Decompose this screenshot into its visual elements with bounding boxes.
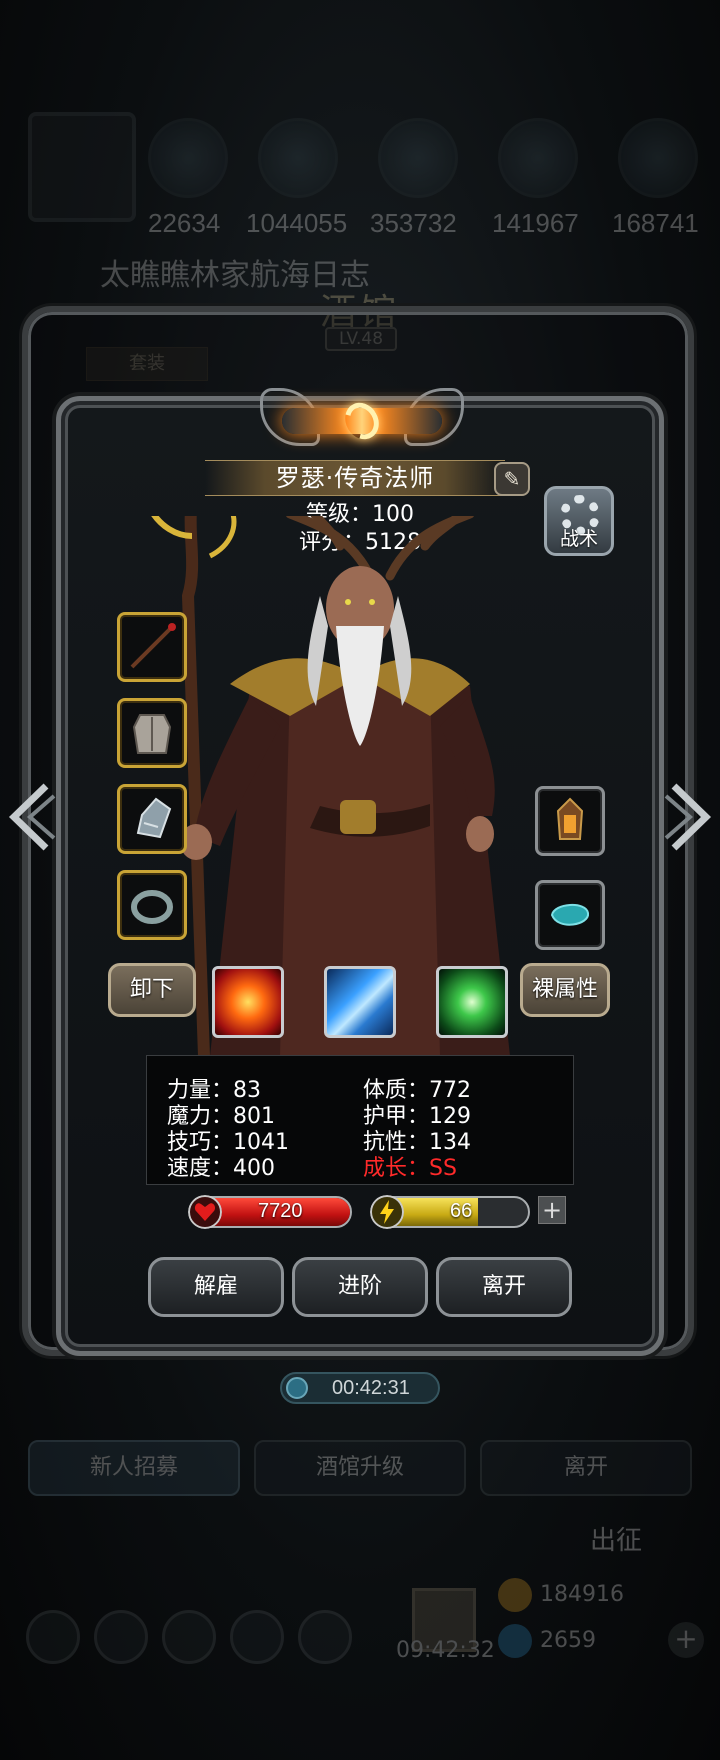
resource-value: 1044055 [246,208,348,238]
gold-value: 184916 [540,1582,624,1607]
next-hero-arrow-icon[interactable] [662,782,714,852]
gold-coin-icon [498,1578,532,1612]
energy-value: 66 [450,1200,473,1222]
menu-icon[interactable] [162,1610,216,1664]
resource-value: 353732 [370,208,457,238]
gem-value: 2659 [540,1628,596,1653]
frost-skill-icon[interactable] [324,966,396,1038]
ring-icon [131,890,173,924]
resource-icon [618,118,698,198]
lightning-icon [370,1195,404,1229]
pencil-icon: ✎ [503,467,521,491]
gauntlet-icon [136,797,172,839]
avatar [28,112,136,222]
add-energy-button[interactable]: + [538,1196,566,1224]
upgrade-tavern-button[interactable]: 酒馆升级 [254,1440,466,1496]
resource-value: 141967 [492,208,579,238]
clock-icon [286,1377,308,1399]
equip-slot-weapon[interactable] [117,612,187,682]
gem-coin-icon [498,1624,532,1658]
naked-attributes-button[interactable]: 裸属性 [520,963,610,1017]
stats-panel: 力量：83 体质：772 魔力：801 护甲：129 技巧：1041 抗性：13… [146,1055,574,1185]
plus-icon[interactable]: + [668,1622,704,1658]
resource-value: 22634 [148,208,221,238]
dismiss-button[interactable]: 解雇 [148,1257,284,1317]
panel-crest [260,388,464,450]
resource-icon [378,118,458,198]
menu-icon[interactable] [26,1610,80,1664]
nature-skill-icon[interactable] [436,966,508,1038]
advance-button[interactable]: 进阶 [292,1257,428,1317]
resource-icon [258,118,338,198]
leave-button[interactable]: 离开 [436,1257,572,1317]
moon-icon [338,396,386,446]
resource-icon [148,118,228,198]
refresh-timer: 00:42:31 [280,1372,440,1404]
menu-icon[interactable] [230,1610,284,1664]
chest-armor-icon [132,714,172,754]
resource-value: 168741 [612,208,699,238]
equip-slot-gem[interactable] [535,880,605,950]
tavern-action-tabs: 新人招募 酒馆升级 离开 [28,1440,692,1496]
equip-slot-ring[interactable] [117,870,187,940]
stat-speed: 速度：400 [167,1156,275,1181]
resource-icon [498,118,578,198]
lantern-icon [556,797,584,840]
gem-icon [550,904,589,926]
unequip-button[interactable]: 卸下 [108,963,196,1017]
timer-text: 00:42:31 [332,1377,410,1399]
footer-icons [26,1610,706,1690]
hp-value: 7720 [258,1200,303,1222]
edit-name-button[interactable]: ✎ [494,462,530,496]
heart-icon [188,1195,222,1229]
menu-icon[interactable] [94,1610,148,1664]
equip-slot-lantern[interactable] [535,786,605,856]
recruit-button[interactable]: 新人招募 [28,1440,240,1496]
leave-tavern-button[interactable]: 离开 [480,1440,692,1496]
depart-label[interactable]: 出征 [590,1520,642,1557]
hero-name: 罗瑟·传奇法师 [205,460,505,496]
stat-growth: 成长：SS [363,1156,457,1181]
gift-timer: 09:42:32 [396,1638,495,1663]
menu-icon[interactable] [298,1610,352,1664]
previous-hero-arrow-icon[interactable] [6,782,58,852]
fire-skill-icon[interactable] [212,966,284,1038]
equip-slot-gloves[interactable] [117,784,187,854]
equip-slot-armor[interactable] [117,698,187,768]
resource-row: 22634 1044055 353732 141967 168741 [28,112,718,268]
staff-icon [130,623,176,669]
